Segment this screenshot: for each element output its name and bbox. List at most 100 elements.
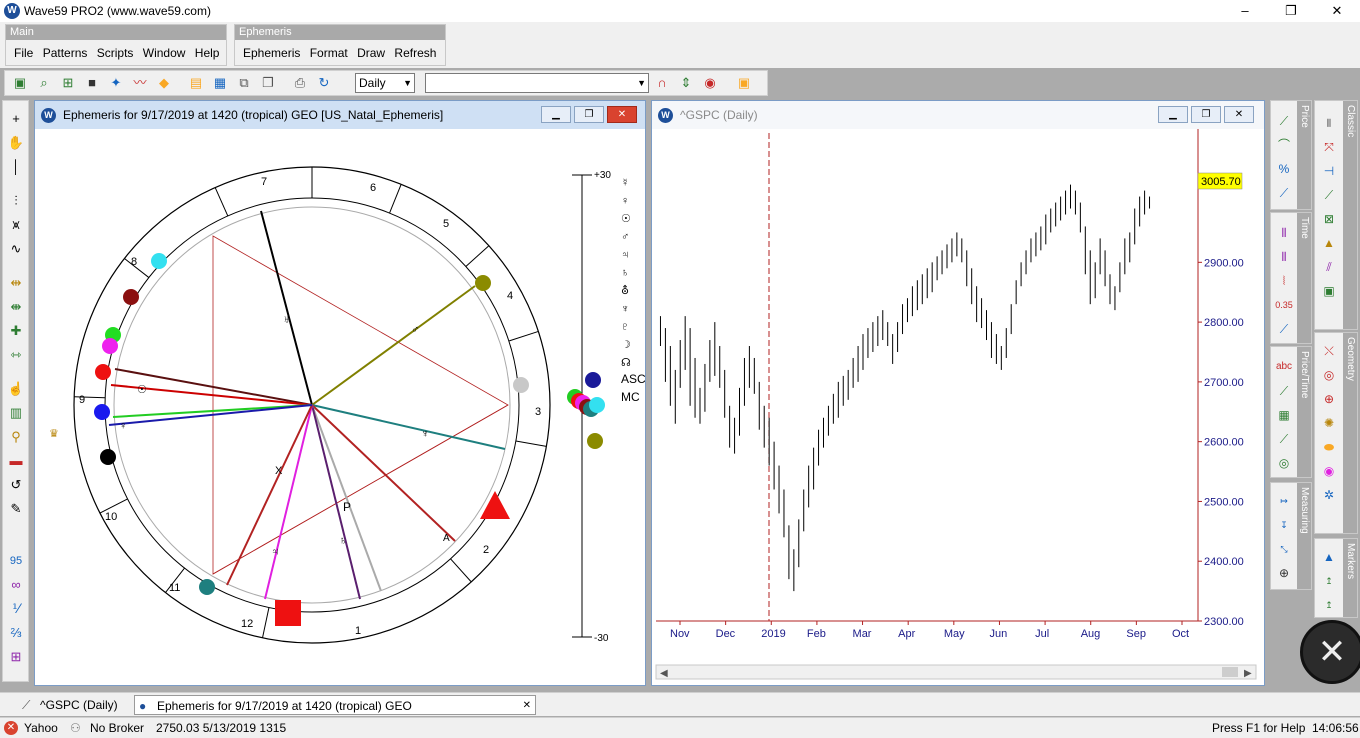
refresh-icon[interactable]: ↻ <box>315 74 333 92</box>
wave-count-1-icon[interactable]: ⅟ <box>6 599 26 619</box>
price-minimize-button[interactable]: ▁ <box>1158 106 1188 123</box>
menu-scripts[interactable]: Scripts <box>97 46 134 60</box>
menu-patterns[interactable]: Patterns <box>43 46 88 60</box>
price-time-tool-4-icon[interactable]: ⟋ <box>1274 429 1294 449</box>
bars-icon[interactable]: ⫶ <box>6 191 26 211</box>
ephemeris-minimize-button[interactable]: ▁ <box>541 106 571 123</box>
new-chart-icon[interactable]: ▣ <box>11 74 29 92</box>
maximize-button[interactable]: ❐ <box>1268 0 1314 22</box>
time-tool-1-icon[interactable]: ⦀ <box>1274 223 1294 243</box>
planet-dot-teal[interactable] <box>199 579 215 595</box>
wave-count-2-icon[interactable]: ⅔ <box>6 623 26 643</box>
task-close-icon[interactable]: ✕ <box>523 696 531 716</box>
time-tool-2-icon[interactable]: ⦀ <box>1274 247 1294 267</box>
geometry-7-icon[interactable]: ✲ <box>1319 485 1339 505</box>
sine-wave-icon[interactable]: ∿ <box>6 239 26 259</box>
copy-icon[interactable]: ❐ <box>259 74 277 92</box>
cross-arrows-icon[interactable]: ✚ <box>6 321 26 341</box>
move-icon[interactable]: ⇿ <box>6 345 26 365</box>
price-time-tool-2-icon[interactable]: ⟋ <box>1274 381 1294 401</box>
latitude-dot-olive[interactable] <box>587 433 603 449</box>
menu-file[interactable]: File <box>14 46 33 60</box>
eye-icon[interactable]: ◉ <box>701 74 719 92</box>
chart-line-icon[interactable]: 〰 <box>131 74 149 92</box>
scroll-left-icon[interactable]: ◀ <box>660 668 668 679</box>
classic-1-icon[interactable]: ⫼ <box>1319 113 1339 133</box>
link-icon[interactable]: ⚲ <box>6 427 26 447</box>
hand-icon[interactable]: ✋ <box>6 133 26 153</box>
magnet-icon[interactable]: ∩ <box>653 74 671 92</box>
crosshair-icon[interactable]: + <box>6 109 26 129</box>
price-restore-button[interactable]: ❐ <box>1191 106 1221 123</box>
latitude-dot-navy[interactable] <box>585 372 601 388</box>
marker-2-icon[interactable]: ↥ <box>1319 571 1339 591</box>
classic-4-icon[interactable]: ⟋ <box>1319 185 1339 205</box>
print-icon[interactable]: ⎙ <box>291 74 309 92</box>
menu-refresh[interactable]: Refresh <box>394 46 436 60</box>
price-tool-2-icon[interactable]: ⌒ <box>1274 135 1294 155</box>
geometry-2-icon[interactable]: ◎ <box>1319 365 1339 385</box>
planet-dot-magenta[interactable] <box>102 338 118 354</box>
planet-dot-olive[interactable] <box>475 275 491 291</box>
close-button[interactable]: ✕ <box>1314 0 1360 22</box>
geometry-5-icon[interactable]: ⬬ <box>1319 437 1339 457</box>
price-tool-4-icon[interactable]: ⟋ <box>1274 183 1294 203</box>
minimize-button[interactable]: – <box>1222 0 1268 22</box>
classic-6-icon[interactable]: ▲ <box>1319 233 1339 253</box>
wave-bars-icon[interactable]: ⩙ <box>6 215 26 235</box>
menu-ephemeris[interactable]: Ephemeris <box>243 46 300 60</box>
truck-icon[interactable]: ▬ <box>6 451 26 471</box>
wizard-icon[interactable]: ✦ <box>107 74 125 92</box>
scrollbar-thumb[interactable] <box>1222 667 1238 677</box>
price-time-tool-5-icon[interactable]: ◎ <box>1274 453 1294 473</box>
export-icon[interactable]: ⧉ <box>235 74 253 92</box>
measure-4-icon[interactable]: ⊕ <box>1274 563 1294 583</box>
ephemeris-close-button[interactable]: ✕ <box>607 106 637 123</box>
horizontal-measure-icon[interactable]: ⇹ <box>6 273 26 293</box>
price-close-button[interactable]: ✕ <box>1224 106 1254 123</box>
save-icon[interactable]: ▦ <box>211 74 229 92</box>
up-down-arrow-icon[interactable]: ⇕ <box>677 74 695 92</box>
horizontal-scrollbar[interactable] <box>655 664 1257 680</box>
symbol-select[interactable]: ▼ <box>425 73 649 93</box>
grid-icon[interactable]: ⊞ <box>6 647 26 667</box>
split-icon[interactable]: ⇼ <box>6 297 26 317</box>
menu-window[interactable]: Window <box>143 46 186 60</box>
ephemeris-restore-button[interactable]: ❐ <box>574 106 604 123</box>
classic-5-icon[interactable]: ⊠ <box>1319 209 1339 229</box>
geometry-3-icon[interactable]: ⊕ <box>1319 389 1339 409</box>
measure-3-icon[interactable]: ⤡ <box>1274 539 1294 559</box>
marker-up-icon[interactable]: ▲ <box>1319 547 1339 567</box>
planet-dot-red[interactable] <box>95 364 111 380</box>
planet-dot-black[interactable] <box>100 449 116 465</box>
menu-help[interactable]: Help <box>195 46 220 60</box>
pointer-hand-icon[interactable]: ☝ <box>6 379 26 399</box>
geometry-6-icon[interactable]: ◉ <box>1319 461 1339 481</box>
loop-icon[interactable]: ↺ <box>6 475 26 495</box>
planet-dot-cyan[interactable] <box>151 253 167 269</box>
latitude-dot-cyan[interactable] <box>589 397 605 413</box>
add-icon[interactable]: ⊞ <box>59 74 77 92</box>
marker-3-icon[interactable]: ↥ <box>1319 595 1339 615</box>
time-tool-5-icon[interactable]: ⟋ <box>1274 319 1294 339</box>
planet-dot-blue[interactable] <box>94 404 110 420</box>
open-folder-icon[interactable]: ▤ <box>187 74 205 92</box>
geometry-1-icon[interactable]: ⤬ <box>1319 341 1339 361</box>
search-icon[interactable]: ⌕ <box>35 74 53 92</box>
geometry-4-icon[interactable]: ✺ <box>1319 413 1339 433</box>
pencil-icon[interactable]: ✎ <box>6 499 26 519</box>
menu-draw[interactable]: Draw <box>357 46 385 60</box>
classic-2-icon[interactable]: ⤧ <box>1319 137 1339 157</box>
spiral-icon[interactable]: ∞ <box>6 575 26 595</box>
layout-icon[interactable]: ▣ <box>735 74 753 92</box>
price-bar-chart[interactable]: 2900.00 2800.00 2700.00 2600.00 2500.00 2400.… <box>652 129 1264 685</box>
camera-icon[interactable]: ■ <box>83 74 101 92</box>
trash-icon[interactable]: ▥ <box>6 403 26 423</box>
classic-8-icon[interactable]: ▣ <box>1319 281 1339 301</box>
scroll-right-icon[interactable]: ▶ <box>1244 668 1252 679</box>
classic-7-icon[interactable]: ⫽ <box>1319 257 1339 277</box>
arrow-diamond-icon[interactable]: ◆ <box>155 74 173 92</box>
measure-2-icon[interactable]: ↧ <box>1274 515 1294 535</box>
vertical-line-icon[interactable]: │ <box>6 157 26 177</box>
task-price-chart[interactable]: ⟋ ^GSPC (Daily) <box>18 695 130 715</box>
